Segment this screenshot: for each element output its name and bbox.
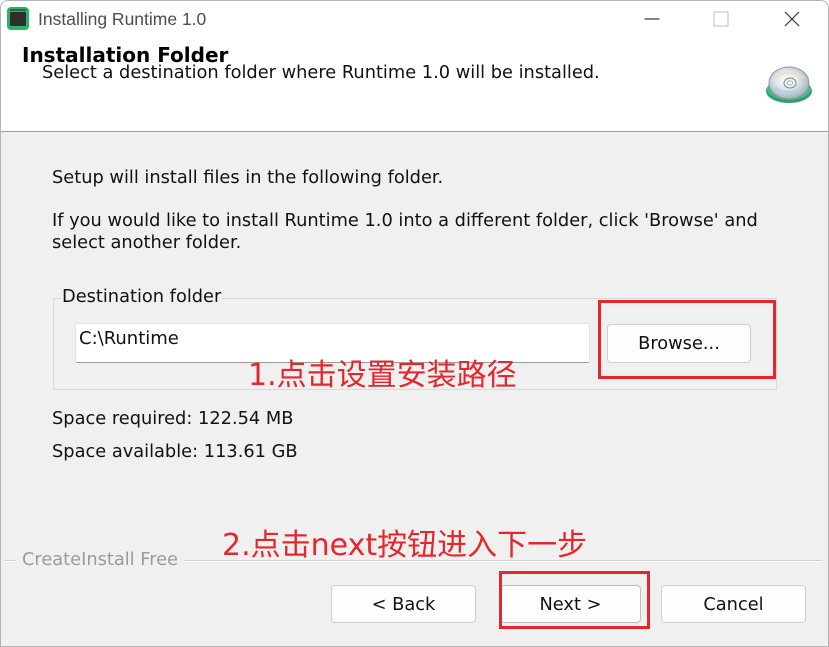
- destination-folder-group: Destination folder Browse...: [53, 286, 777, 390]
- space-required-label: Space required:: [52, 408, 193, 429]
- space-required: Space required: 122.54 MB: [52, 408, 293, 430]
- intro-text: Setup will install files in the followin…: [52, 167, 444, 188]
- space-available-value: 113.61 GB: [203, 441, 298, 462]
- page-header: Installation Folder Select a destination…: [0, 38, 829, 132]
- app-icon: [7, 7, 29, 30]
- maximize-button: [693, 0, 749, 38]
- space-required-value: 122.54 MB: [198, 408, 294, 429]
- minimize-icon: [644, 18, 660, 20]
- destination-path-input[interactable]: [75, 323, 590, 363]
- close-button[interactable]: [764, 0, 820, 38]
- back-button[interactable]: < Back: [331, 585, 476, 623]
- close-icon: [784, 11, 800, 27]
- cancel-button[interactable]: Cancel: [661, 585, 806, 623]
- brand-label: CreateInstall Free: [16, 549, 184, 571]
- title-bar: Installing Runtime 1.0: [0, 0, 829, 38]
- minimize-button[interactable]: [624, 0, 680, 38]
- maximize-icon: [713, 11, 729, 27]
- installer-window: Installing Runtime 1.0 Installation Fold…: [0, 0, 829, 647]
- annotation-text-2: 2.点击next按钮进入下一步: [222, 528, 588, 563]
- space-available-label: Space available:: [52, 441, 199, 462]
- destination-folder-label: Destination folder: [61, 286, 223, 308]
- page-subtitle: Select a destination folder where Runtim…: [42, 62, 600, 83]
- next-button[interactable]: Next >: [500, 585, 641, 623]
- instructions-line-2: select another folder.: [52, 232, 242, 253]
- instructions-line-1: If you would like to install Runtime 1.0…: [52, 210, 758, 231]
- cd-disc-icon: [766, 66, 812, 103]
- app-icon-screen: [10, 12, 26, 26]
- space-available: Space available: 113.61 GB: [52, 441, 298, 463]
- app-icon-strip: [10, 9, 26, 11]
- browse-button[interactable]: Browse...: [607, 324, 751, 363]
- window-title: Installing Runtime 1.0: [38, 9, 207, 29]
